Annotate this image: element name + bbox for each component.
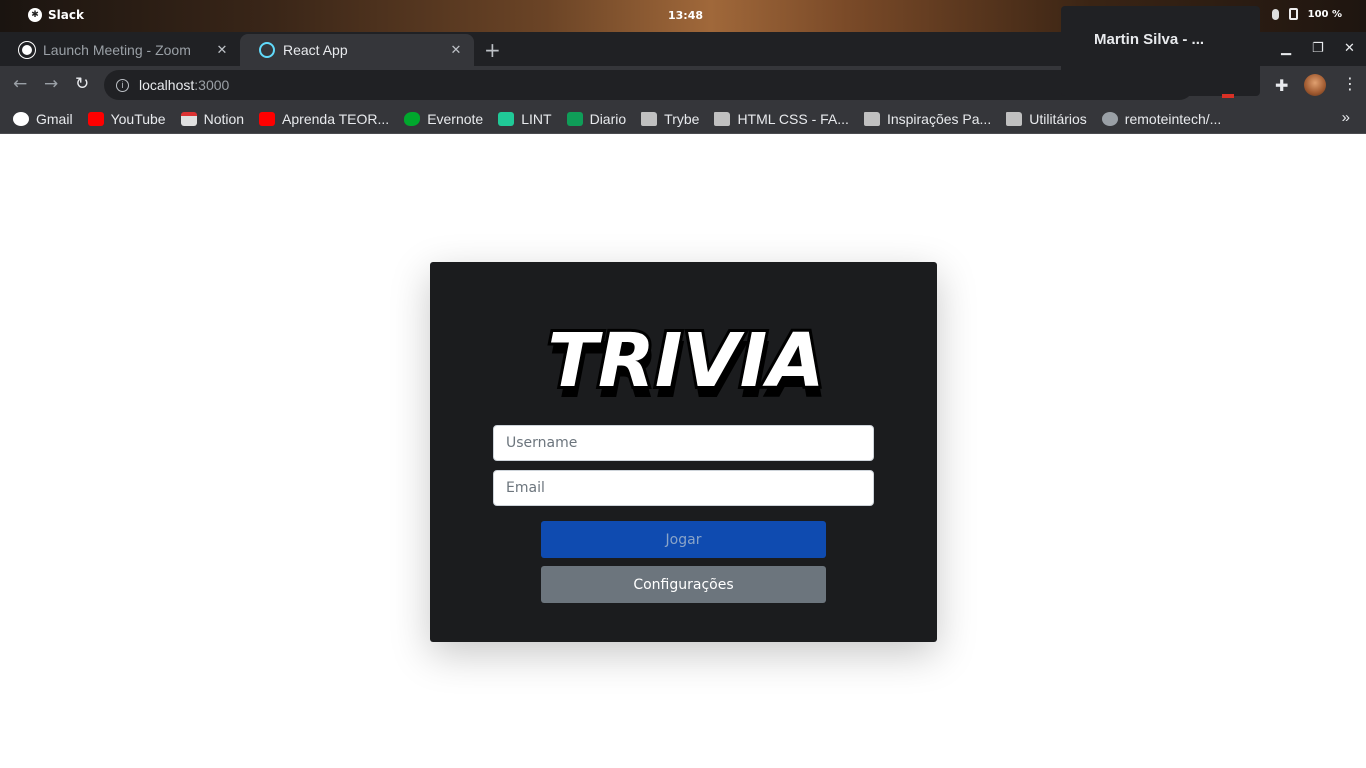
site-info-icon[interactable]: i: [116, 78, 129, 92]
email-input[interactable]: [493, 470, 874, 506]
slack-icon: ✱: [28, 8, 42, 22]
more-bookmarks-icon[interactable]: »: [1342, 109, 1350, 126]
bookmarks-bar: Gmail YouTube Notion Aprenda TEOR... Eve…: [0, 104, 1366, 134]
github-icon: [1101, 111, 1118, 126]
restore-icon[interactable]: ❐: [1312, 41, 1324, 56]
logo-text: TRIVIA: [547, 318, 824, 402]
username-input[interactable]: [493, 425, 874, 461]
bookmark-label: Evernote: [427, 110, 484, 127]
bookmark-label: remoteintech/...: [1124, 110, 1222, 127]
login-card: TRIVIA TRIVIA TRIVIA Jogar Configurações: [430, 262, 937, 642]
bookmark-gmail[interactable]: Gmail: [13, 111, 73, 127]
bookmark-label: Trybe: [664, 110, 700, 127]
evernote-icon: [404, 111, 421, 126]
close-tab-icon[interactable]: ✕: [448, 42, 464, 58]
bookmark-notion[interactable]: Notion: [180, 110, 245, 127]
folder-icon: [863, 111, 880, 126]
back-icon[interactable]: ←: [13, 74, 27, 94]
forward-icon[interactable]: →: [44, 74, 58, 94]
bookmark-label: Notion: [203, 110, 245, 127]
menu-icon[interactable]: ⋮: [1342, 74, 1358, 93]
bookmark-html-css[interactable]: HTML CSS - FA...: [714, 111, 849, 127]
os-clock[interactable]: 13:48: [668, 9, 703, 22]
notification-indicator: [1222, 94, 1234, 98]
minimize-icon[interactable]: ▁: [1281, 41, 1291, 56]
tab-title: Launch Meeting - Zoom: [43, 42, 191, 58]
slack-notification[interactable]: Martin Silva - ...: [1061, 6, 1260, 96]
battery-level: 100 %: [1307, 8, 1342, 20]
page-viewport: TRIVIA TRIVIA TRIVIA Jogar Configurações: [0, 135, 1366, 768]
bookmark-label: LINT: [521, 110, 552, 127]
bookmark-aprenda[interactable]: Aprenda TEOR...: [259, 111, 389, 127]
bookmark-evernote[interactable]: Evernote: [404, 111, 483, 127]
bookmark-label: Inspirações Pa...: [886, 110, 992, 127]
youtube-icon: [87, 111, 104, 126]
microphone-icon: [1271, 8, 1279, 20]
reload-icon[interactable]: ↻: [75, 74, 89, 94]
notion-icon: [180, 111, 197, 126]
tab-zoom[interactable]: Launch Meeting - Zoom ✕: [0, 34, 240, 66]
url-port: :3000: [194, 77, 230, 93]
folder-icon: [641, 111, 658, 126]
tab-react-app[interactable]: React App ✕: [240, 34, 474, 66]
lint-icon: [498, 111, 515, 126]
tab-title: React App: [283, 42, 348, 58]
profile-avatar[interactable]: [1304, 74, 1326, 96]
settings-button[interactable]: Configurações: [541, 566, 826, 603]
notification-text: Martin Silva - ...: [1094, 31, 1205, 48]
os-app-name: Slack: [48, 8, 84, 22]
bookmark-diario[interactable]: Diario: [566, 110, 627, 127]
react-icon: [259, 42, 275, 58]
bookmark-trybe[interactable]: Trybe: [641, 111, 699, 127]
folder-icon: [714, 111, 731, 126]
os-active-app[interactable]: ✱ Slack: [28, 8, 84, 22]
bookmark-remoteintech[interactable]: remoteintech/...: [1101, 110, 1222, 127]
bookmark-label: Gmail: [36, 110, 73, 127]
battery-icon: [1288, 8, 1298, 20]
play-button[interactable]: Jogar: [541, 521, 826, 558]
google-icon: [13, 111, 29, 126]
url-host: localhost: [139, 77, 195, 93]
new-tab-button[interactable]: +: [484, 38, 501, 62]
os-status-area[interactable]: 100 %: [1271, 8, 1342, 20]
bookmark-youtube[interactable]: YouTube: [87, 110, 166, 127]
bookmark-label: Aprenda TEOR...: [282, 110, 390, 127]
extensions-icon[interactable]: ✚: [1275, 76, 1288, 95]
bookmark-label: Diario: [589, 110, 627, 127]
bookmark-lint[interactable]: LINT: [498, 110, 552, 127]
sheets-icon: [566, 111, 583, 126]
globe-icon: [19, 42, 35, 58]
folder-icon: [1006, 111, 1023, 126]
bookmark-utilitarios[interactable]: Utilitários: [1006, 111, 1087, 127]
close-window-icon[interactable]: ✕: [1344, 41, 1355, 56]
address-bar[interactable]: i localhost:3000: [104, 70, 1194, 100]
bookmark-label: YouTube: [110, 110, 166, 127]
youtube-icon: [259, 111, 276, 126]
bookmark-label: Utilitários: [1029, 110, 1087, 127]
close-tab-icon[interactable]: ✕: [214, 42, 230, 58]
bookmark-inspiracoes[interactable]: Inspirações Pa...: [863, 110, 992, 127]
trivia-logo: TRIVIA TRIVIA TRIVIA: [544, 315, 827, 402]
bookmark-label: HTML CSS - FA...: [737, 110, 849, 127]
